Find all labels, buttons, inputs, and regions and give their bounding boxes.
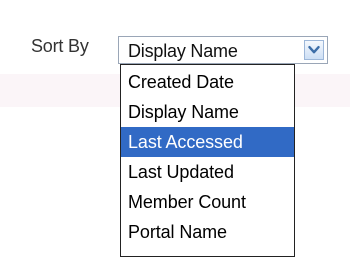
sort-options-list: Created Date Display Name Last Accessed … [120, 64, 295, 257]
sort-option-last-accessed[interactable]: Last Accessed [121, 127, 294, 157]
sort-by-label: Sort By [31, 36, 89, 56]
sort-option-portal-name[interactable]: Portal Name [121, 217, 294, 247]
sort-by-select[interactable]: Display Name [118, 36, 328, 64]
selected-sort-value: Display Name [128, 41, 238, 61]
sort-option-created-date[interactable]: Created Date [121, 67, 294, 97]
chevron-down-icon[interactable] [304, 40, 324, 60]
sort-option-last-updated[interactable]: Last Updated [121, 157, 294, 187]
sort-option-member-count[interactable]: Member Count [121, 187, 294, 217]
sort-option-display-name[interactable]: Display Name [121, 97, 294, 127]
